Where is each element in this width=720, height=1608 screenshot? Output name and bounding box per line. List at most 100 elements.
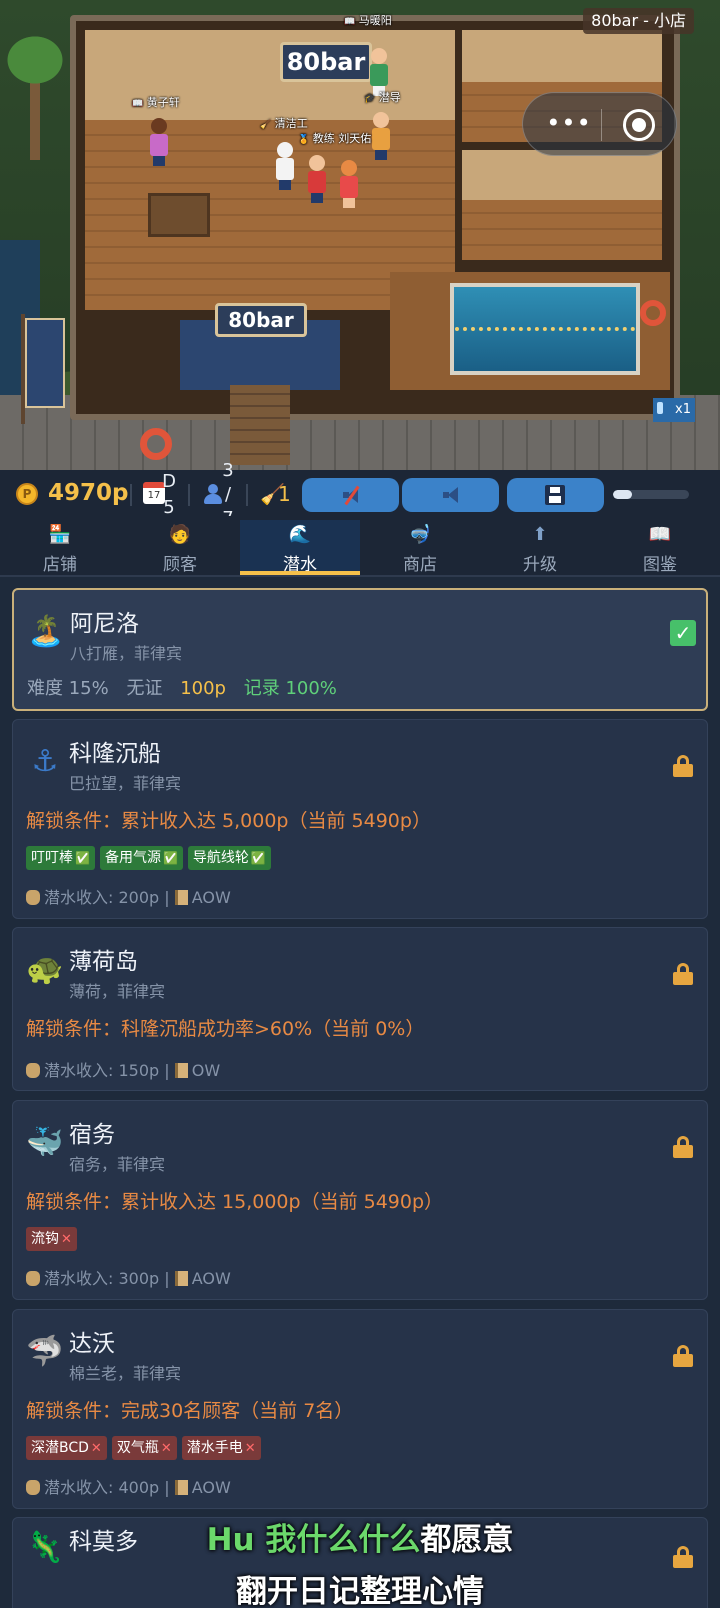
wooden-steps — [230, 385, 290, 465]
tab-label: 潜水 — [283, 555, 317, 575]
bedroom-2 — [462, 150, 662, 260]
upgrade-icon: ⬆ — [532, 524, 548, 545]
capsule-divider — [601, 109, 602, 141]
video-subtitle-line1: Hu 我什么什么都愿意 — [206, 1522, 514, 1558]
shop-sign-door: 80bar — [215, 303, 307, 337]
dive-income: 潜水收入: 200p | AOW — [26, 884, 231, 908]
dive-flag — [21, 314, 65, 424]
speed-button[interactable]: x1 — [653, 398, 695, 422]
lock-icon — [673, 963, 693, 985]
tab-book[interactable]: 📖 图鉴 — [600, 520, 720, 575]
site-name: 薄荷岛 — [69, 949, 138, 975]
lock-icon — [673, 1136, 693, 1158]
equipment-tag: 备用气源 ✅ — [99, 846, 183, 870]
site-stats: 难度 15% 无证 100p 记录 100% — [27, 674, 349, 700]
site-name: 阿尼洛 — [70, 611, 139, 637]
unlock-condition: 解锁条件：累计收入达 15,000p（当前 5490p） — [26, 1191, 444, 1213]
divider — [188, 484, 190, 506]
shop-sign-top: 80bar — [280, 42, 372, 82]
cert-requirement: 无证 — [126, 678, 163, 699]
npc-girl[interactable] — [338, 160, 360, 208]
site-location: 巴拉望，菲律宾 — [69, 774, 182, 793]
turtle-icon: 🐢 — [26, 952, 64, 987]
npc-label: 🧹 清洁工 — [260, 117, 308, 130]
npc-player[interactable] — [306, 155, 328, 203]
tab-label: 顾客 — [163, 555, 197, 575]
pool-lane-rope — [455, 327, 635, 331]
site-card-davao[interactable]: 🦈 达沃 棉兰老，菲律宾 解锁条件：完成30名顾客（当前 7名） 深潜BCD ✕ … — [12, 1309, 708, 1509]
tab-label: 商店 — [403, 555, 437, 575]
floppy-disk-icon — [545, 485, 565, 505]
close-target-icon[interactable] — [623, 109, 655, 141]
npc-label: 📖 黄子轩 — [132, 96, 180, 109]
speaker-icon — [443, 487, 459, 503]
site-name: 科隆沉船 — [69, 741, 161, 767]
site-name: 宿务 — [69, 1122, 115, 1148]
npc-cleaner[interactable] — [274, 142, 296, 190]
divider — [130, 484, 132, 506]
npc-label: 🏅 教练 刘天佑 — [298, 132, 372, 145]
game-scene[interactable]: 80bar 80bar 📖 马暖阳 📖 黄子轩 🎓 潜导 🧹 清洁工 🏅 教练 … — [0, 0, 720, 480]
anchor-icon: ⚓ — [31, 744, 59, 779]
progress-bar — [613, 490, 689, 499]
dive-income: 潜水收入: 400p | AOW — [26, 1474, 231, 1498]
selected-check-icon[interactable]: ✓ — [670, 620, 696, 646]
npc-label: 🎓 潜导 — [364, 91, 401, 104]
speaker-muted-icon — [343, 485, 360, 506]
book-icon: 📖 — [648, 524, 672, 545]
life-ring-icon — [140, 428, 172, 460]
site-location: 八打雁，菲律宾 — [70, 644, 183, 663]
tab-label: 店铺 — [43, 555, 77, 575]
palm-tree — [0, 20, 70, 160]
tab-store[interactable]: 🤿 商店 — [360, 520, 480, 575]
equipment-tags: 叮叮棒 ✅ 备用气源 ✅ 导航线轮 ✅ — [26, 846, 271, 870]
unlock-condition: 解锁条件：科隆沉船成功率>60%（当前 0%） — [26, 1018, 425, 1040]
certificate-icon — [174, 890, 188, 905]
customer-icon: 🧑 — [168, 524, 192, 545]
equipment-tag: 叮叮棒 ✅ — [26, 846, 95, 870]
map-table — [148, 193, 210, 237]
sound-button[interactable] — [402, 478, 499, 512]
npc-huang[interactable] — [148, 118, 170, 166]
store-icon: 🤿 — [408, 524, 432, 545]
mute-music-button[interactable] — [302, 478, 399, 512]
tab-label: 图鉴 — [643, 555, 677, 575]
save-button[interactable] — [507, 478, 604, 512]
more-icon[interactable]: ••• — [539, 111, 599, 137]
site-location: 薄荷，菲律宾 — [69, 982, 166, 1001]
miniprogram-capsule[interactable]: ••• — [522, 92, 677, 156]
status-bar: P 4970p 17 D 5 3 / 7 🧹 1 — [0, 460, 720, 520]
lock-icon — [673, 755, 693, 777]
site-card-anilao[interactable]: 🏝️ 阿尼洛 八打雁，菲律宾 难度 15% 无证 100p 记录 100% ✓ — [12, 588, 708, 711]
equipment-tag: 潜水手电 ✕ — [181, 1436, 261, 1460]
difficulty: 难度 15% — [27, 678, 109, 699]
npc-instructor[interactable] — [370, 112, 392, 160]
tab-upgrade[interactable]: ⬆ 升级 — [480, 520, 600, 575]
main-tabs: 🏪 店铺 🧑 顾客 🌊 潜水 🤿 商店 ⬆ 升级 📖 图鉴 — [0, 520, 720, 575]
npc-label: 📖 马暖阳 — [344, 14, 392, 27]
money-value: 4970p — [48, 480, 129, 506]
site-card-bohol[interactable]: 🐢 薄荷岛 薄荷，菲律宾 解锁条件：科隆沉船成功率>60%（当前 0%） 潜水收… — [12, 927, 708, 1091]
site-card-cebu[interactable]: 🐳 宿务 宿务，菲律宾 解锁条件：累计收入达 15,000p（当前 5490p）… — [12, 1100, 708, 1300]
site-card-coron[interactable]: ⚓ 科隆沉船 巴拉望，菲律宾 解锁条件：累计收入达 5,000p（当前 5490… — [12, 719, 708, 919]
equipment-tags: 流钩 ✕ — [26, 1227, 77, 1251]
life-ring-icon — [640, 300, 666, 326]
price: 100p — [180, 678, 226, 699]
tab-shop[interactable]: 🏪 店铺 — [0, 520, 120, 575]
equipment-tag: 深潜BCD ✕ — [26, 1436, 107, 1460]
tab-dive[interactable]: 🌊 潜水 — [240, 520, 360, 575]
coin-icon: P — [16, 483, 38, 505]
whale-icon: 🐳 — [26, 1125, 64, 1160]
dive-site-list[interactable]: 🏝️ 阿尼洛 八打雁，菲律宾 难度 15% 无证 100p 记录 100% ✓ … — [0, 588, 720, 1608]
tab-separator — [0, 575, 720, 577]
money-bag-icon — [26, 890, 40, 905]
site-name: 达沃 — [69, 1331, 115, 1357]
equipment-tags: 深潜BCD ✕ 双气瓶 ✕ 潜水手电 ✕ — [26, 1436, 261, 1460]
unlock-condition: 解锁条件：完成30名顾客（当前 7名） — [26, 1400, 354, 1422]
site-location: 棉兰老，菲律宾 — [69, 1364, 182, 1383]
app-root: 80bar 80bar 📖 马暖阳 📖 黄子轩 🎓 潜导 🧹 清洁工 🏅 教练 … — [0, 0, 720, 1608]
equipment-tag: 双气瓶 ✕ — [111, 1436, 177, 1460]
tab-customer[interactable]: 🧑 顾客 — [120, 520, 240, 575]
dive-icon: 🌊 — [288, 524, 312, 545]
video-subtitle-line2: 翻开日记整理心情 — [236, 1574, 484, 1608]
